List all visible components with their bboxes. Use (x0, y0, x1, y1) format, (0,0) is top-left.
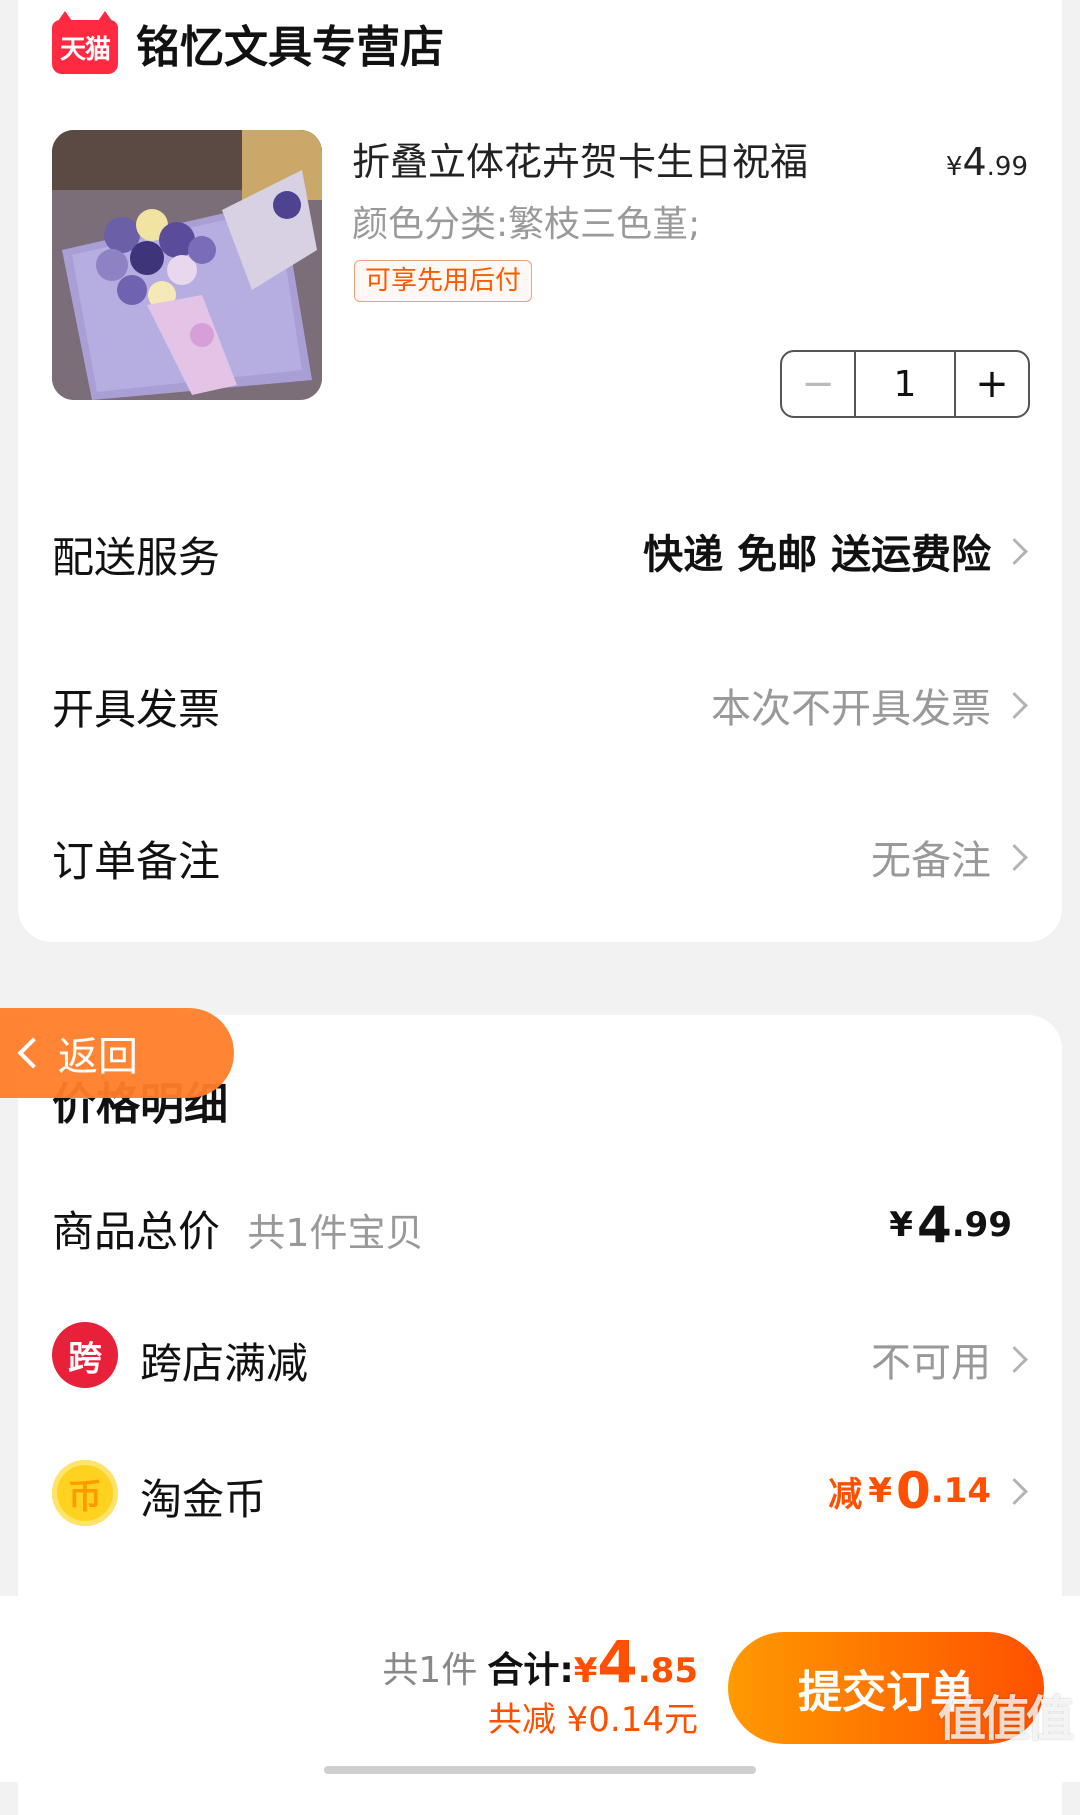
chevron-left-icon (17, 1037, 49, 1069)
chevron-right-icon (1001, 691, 1028, 719)
cross-store-value: 不可用 (871, 1340, 991, 1386)
delivery-label: 配送服务 (52, 533, 221, 582)
back-button[interactable]: 返回 (0, 1008, 234, 1098)
product-price: ¥4.99 (945, 140, 1028, 184)
cross-store-row[interactable]: 不可用 (871, 1330, 1028, 1388)
product-image[interactable] (52, 130, 322, 400)
goods-count: 共1件宝贝 (247, 1211, 424, 1255)
remark-row[interactable]: 无备注 (871, 828, 1028, 886)
quantity-value[interactable]: 1 (856, 352, 954, 416)
increase-button[interactable]: + (954, 352, 1028, 416)
cross-store-label: 跨店满减 (140, 1339, 309, 1388)
discount-total: 共减 ¥0.14元 (487, 1700, 698, 1740)
invoice-label: 开具发票 (52, 685, 221, 734)
order-total: 共1件 合计: ¥ 4 .85 (382, 1628, 698, 1696)
invoice-row[interactable]: 本次不开具发票 (711, 676, 1028, 734)
chevron-right-icon (1001, 1477, 1028, 1505)
delivery-row[interactable]: 快递 免邮 送运费险 (643, 522, 1028, 580)
back-label: 返回 (58, 1034, 138, 1080)
product-title[interactable]: 折叠立体花卉贺卡生日祝福 (352, 136, 808, 188)
tao-coin-icon: 币 (52, 1460, 118, 1526)
remark-value: 无备注 (871, 838, 991, 884)
item-count: 共1件 (382, 1650, 478, 1691)
goods-total-value: ¥ 4 .99 (889, 1196, 1012, 1254)
decrease-button[interactable]: − (782, 352, 856, 416)
invoice-value: 本次不开具发票 (711, 686, 991, 732)
quantity-stepper: − 1 + (780, 350, 1030, 418)
product-variant[interactable]: 颜色分类:繁枝三色堇; (352, 200, 700, 250)
delivery-value: 快递 免邮 送运费险 (643, 532, 991, 578)
home-indicator[interactable] (324, 1766, 756, 1774)
tmall-logo-icon: 天猫 (52, 11, 118, 74)
store-name[interactable]: 铭忆文具专营店 (136, 18, 444, 78)
pay-later-tag: 可享先用后付 (354, 260, 533, 302)
watermark: 值值值 zhizhizhi.com (937, 1691, 1074, 1770)
tao-coin-label: 淘金币 (140, 1475, 267, 1524)
chevron-right-icon (1001, 1345, 1028, 1373)
chevron-right-icon (1001, 843, 1028, 871)
tmall-badge-text: 天猫 (59, 34, 111, 65)
goods-total-label: 商品总价 共1件宝贝 (52, 1207, 424, 1256)
remark-label: 订单备注 (52, 837, 221, 886)
tao-coin-row[interactable]: 减 ¥ 0 .14 (828, 1462, 1028, 1520)
total-label: 合计: (487, 1650, 574, 1691)
chevron-right-icon (1001, 537, 1028, 565)
cross-store-icon: 跨 (52, 1322, 118, 1388)
